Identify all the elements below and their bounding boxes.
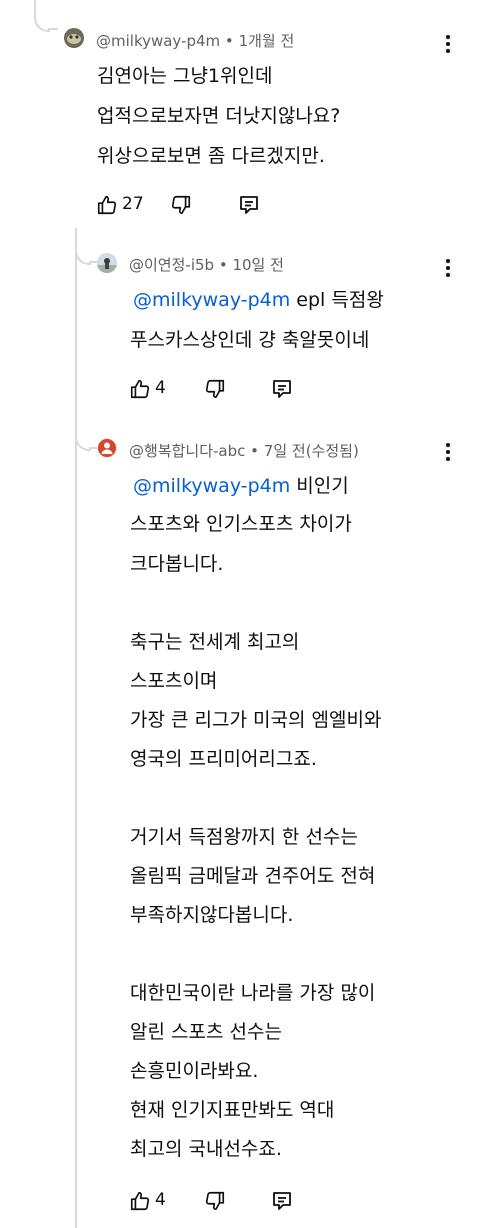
thread-connector xyxy=(48,28,58,30)
like-count: 27 xyxy=(122,194,144,214)
more-options-icon[interactable] xyxy=(436,256,460,280)
meta-separator: • xyxy=(250,442,260,460)
comment-text-line: 업적으로보자면 더낫지않나요? xyxy=(97,105,341,127)
meta-separator: • xyxy=(218,256,228,274)
like-count: 4 xyxy=(155,1190,166,1210)
comment-text-line: 축구는 전세계 최고의 xyxy=(130,631,300,653)
comment-text: epl 득점왕 xyxy=(296,289,384,311)
comment-text-line: 최고의 국내선수죠. xyxy=(130,1138,282,1160)
reply-icon[interactable] xyxy=(270,377,294,401)
comment-meta: @milkyway-p4m • 1개월 전 xyxy=(96,30,294,51)
comment-text-line: 부족하지않다봅니다. xyxy=(130,904,294,926)
reply-icon[interactable] xyxy=(270,1189,294,1213)
comment-text-line: 가장 큰 리그가 미국의 엠엘비와 xyxy=(130,709,382,731)
comment-text-line: 크다봅니다. xyxy=(130,553,224,575)
dislike-icon[interactable] xyxy=(170,194,192,216)
dislike-icon[interactable] xyxy=(204,1190,226,1212)
dislike-icon[interactable] xyxy=(204,378,226,400)
reply-icon[interactable] xyxy=(237,193,261,217)
comment-text-line: 위상으로보면 좀 다르겠지만. xyxy=(97,145,325,167)
author-name[interactable]: @milkyway-p4m xyxy=(96,32,220,50)
like-icon[interactable] xyxy=(96,194,118,216)
comment-text-line: 영국의 프리미어리그죠. xyxy=(130,748,317,770)
comment-time: 10일 전 xyxy=(232,256,284,274)
meta-separator: • xyxy=(224,32,234,50)
author-name[interactable]: @이연정-i5b xyxy=(129,256,214,274)
comment-meta: @이연정-i5b • 10일 전 xyxy=(129,254,284,275)
more-options-icon[interactable] xyxy=(436,440,460,464)
comment-text-line: 알린 스포츠 선수는 xyxy=(130,1021,282,1043)
like-icon[interactable] xyxy=(129,378,151,400)
comment-text: 비인기 xyxy=(296,475,349,497)
mention-link[interactable]: @milkyway-p4m xyxy=(133,289,290,311)
reply-thread-line xyxy=(75,228,77,1228)
comment-text-line: 올림픽 금메달과 견주어도 전혀 xyxy=(130,865,376,887)
comment-text-line: 손흥민이라봐요. xyxy=(130,1060,259,1082)
comment-time: 7일 전(수정됨) xyxy=(263,442,359,460)
comment-text-line: 푸스카스상인데 걍 축알못이네 xyxy=(130,329,370,351)
comment-time: 1개월 전 xyxy=(238,32,295,50)
like-count: 4 xyxy=(155,378,166,398)
comment-text-line: @milkyway-p4m 비인기 xyxy=(133,474,349,498)
reply-thread-connector xyxy=(89,261,97,263)
author-name[interactable]: @행복합니다-abc xyxy=(129,442,245,460)
comment-text-line: 대한민국이란 나라를 가장 많이 xyxy=(130,982,376,1004)
comment-text-line: 김연아는 그냥1위인데 xyxy=(97,65,273,87)
comment-text-line: 스포츠이며 xyxy=(130,670,218,692)
more-options-icon[interactable] xyxy=(436,32,460,56)
comment-text-line: @milkyway-p4m epl 득점왕 xyxy=(133,288,384,312)
comment-text-line: 현재 인기지표만봐도 역대 xyxy=(130,1099,335,1121)
avatar[interactable] xyxy=(97,253,117,273)
avatar[interactable] xyxy=(97,438,117,458)
comment-text-line: 스포츠와 인기스포츠 차이가 xyxy=(130,513,352,535)
comment-meta: @행복합니다-abc • 7일 전(수정됨) xyxy=(129,440,359,461)
comment-text-line: 거기서 득점왕까지 한 선수는 xyxy=(130,826,358,848)
like-icon[interactable] xyxy=(129,1190,151,1212)
avatar[interactable] xyxy=(64,28,84,48)
reply-thread-connector xyxy=(89,447,97,449)
mention-link[interactable]: @milkyway-p4m xyxy=(133,475,290,497)
